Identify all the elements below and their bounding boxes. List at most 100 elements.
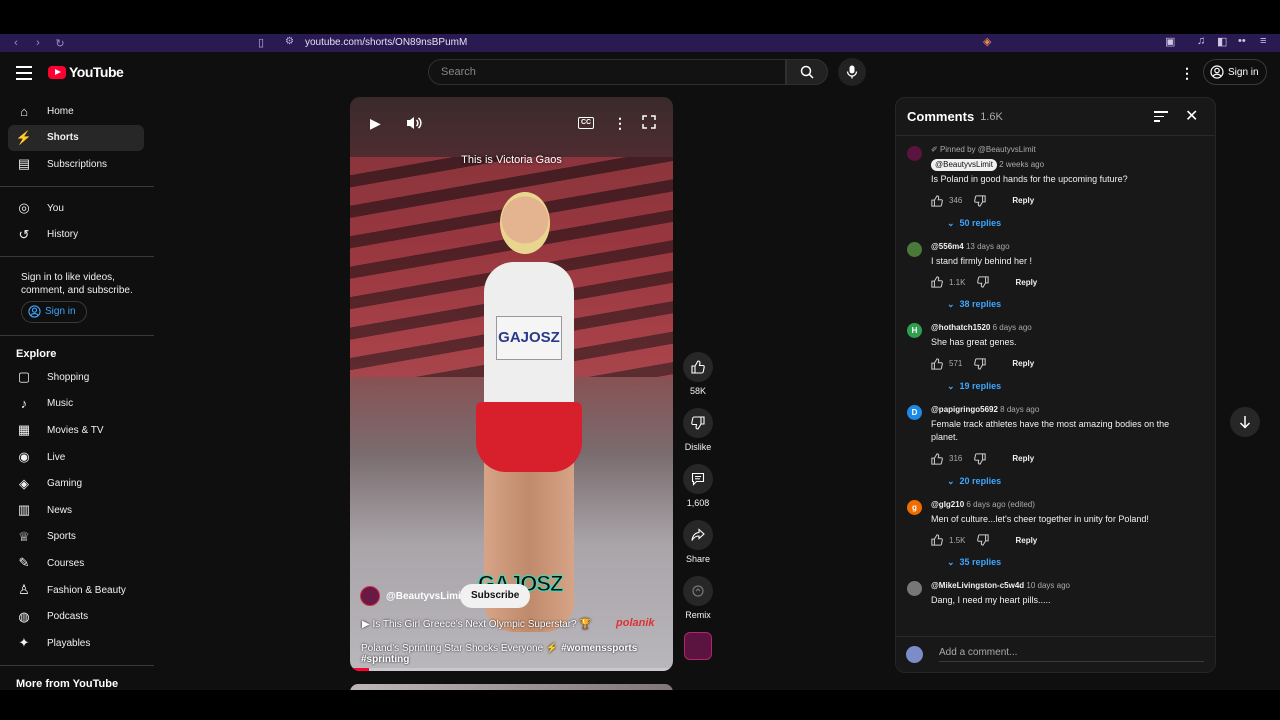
- dislike-action[interactable]: Dislike: [680, 408, 716, 452]
- dislike-button[interactable]: [683, 408, 713, 438]
- like-button[interactable]: [683, 352, 713, 382]
- back-icon[interactable]: ‹: [10, 37, 22, 49]
- thumbs-down-icon[interactable]: [974, 452, 987, 465]
- reload-icon[interactable]: ↻: [54, 37, 66, 50]
- video-title-link[interactable]: ▶ Is This Girl Greece’s Next Olympic Sup…: [362, 619, 592, 630]
- comment-avatar[interactable]: [907, 241, 922, 257]
- thumbs-down-icon[interactable]: [974, 357, 987, 370]
- sidebar-item-live[interactable]: ◉ Live: [8, 444, 144, 471]
- address-bar[interactable]: youtube.com/shorts/ON89nsBPumM: [305, 37, 467, 48]
- extension-icon[interactable]: ▣: [1165, 35, 1175, 48]
- thumbs-up-icon[interactable]: [931, 276, 943, 288]
- share-action[interactable]: Share: [680, 520, 716, 564]
- sidebar-item-movies-tv[interactable]: ▦ Movies & TV: [8, 417, 144, 444]
- sidebar-item-podcasts[interactable]: ◍ Podcasts: [8, 603, 144, 630]
- sidebar-signin-button[interactable]: Sign in: [21, 300, 87, 323]
- reply-button[interactable]: Reply: [1012, 196, 1034, 205]
- browser-menu-icon[interactable]: ≡: [1260, 35, 1266, 47]
- brave-shield-icon[interactable]: ◈: [983, 35, 991, 48]
- sidebar-item-sports[interactable]: ♕ Sports: [8, 524, 144, 551]
- remix-button[interactable]: [683, 576, 713, 606]
- view-replies-button[interactable]: ⌄ 38 replies: [931, 293, 1197, 315]
- more-options-icon[interactable]: ⋮: [613, 115, 627, 132]
- header-signin-button[interactable]: Sign in: [1203, 59, 1267, 85]
- comment-author[interactable]: @glg210: [931, 500, 964, 509]
- comment-author[interactable]: @hothatch1520: [931, 323, 990, 332]
- next-video-button[interactable]: [1230, 407, 1260, 437]
- channel-avatar[interactable]: [360, 586, 380, 606]
- comments-button[interactable]: [683, 464, 713, 494]
- site-info-icon[interactable]: ⚙: [285, 36, 294, 47]
- shorts-video-player[interactable]: GAJOSZ ▶ CC ⋮ This is Victoria Gaos GAJO…: [350, 97, 673, 671]
- comment-author[interactable]: @papigringo5692: [931, 405, 998, 414]
- search-button[interactable]: [786, 59, 828, 85]
- sidebar-divider: [0, 664, 154, 666]
- share-button[interactable]: [683, 520, 713, 550]
- sidebar-item-label: Home: [47, 105, 74, 117]
- sidebar-item-gaming[interactable]: ◈ Gaming: [8, 470, 144, 497]
- thumbs-down-icon[interactable]: [974, 194, 987, 207]
- comment-author[interactable]: @MikeLivingston-c5w4d: [931, 581, 1024, 590]
- sidebar-item-playables[interactable]: ✦ Playables: [8, 630, 144, 657]
- volume-icon[interactable]: [405, 115, 423, 131]
- reply-button[interactable]: Reply: [1015, 278, 1037, 287]
- sidebar-item-you[interactable]: ◎ You: [8, 195, 144, 222]
- sidebar-item-news[interactable]: ▥ News: [8, 497, 144, 524]
- comment-avatar[interactable]: [907, 581, 922, 596]
- sidebar-item-label: Shorts: [47, 132, 79, 144]
- remix-action[interactable]: Remix: [680, 576, 716, 620]
- comment-avatar[interactable]: H: [907, 323, 922, 338]
- comment-avatar[interactable]: [907, 146, 922, 161]
- sidebar-toggle-icon[interactable]: ◧: [1217, 35, 1227, 48]
- view-replies-button[interactable]: ⌄ 50 replies: [931, 212, 1197, 234]
- channel-name[interactable]: @BeautyvsLimit: [386, 591, 464, 602]
- reply-button[interactable]: Reply: [1012, 359, 1034, 368]
- thumbs-up-icon[interactable]: [931, 357, 943, 370]
- sidebar-item-history[interactable]: ↺ History: [8, 221, 144, 248]
- sidebar-item-fashion-beauty[interactable]: ♙ Fashion & Beauty: [8, 577, 144, 604]
- reply-button[interactable]: Reply: [1012, 454, 1034, 463]
- thumbs-up-icon[interactable]: [931, 452, 943, 465]
- view-replies-button[interactable]: ⌄ 19 replies: [931, 375, 1197, 397]
- reply-button[interactable]: Reply: [1015, 536, 1037, 545]
- comment-avatar[interactable]: g: [907, 499, 922, 515]
- close-icon[interactable]: ✕: [1185, 106, 1198, 126]
- sidebar-item-music[interactable]: ♪ Music: [8, 391, 144, 418]
- video-progress-bar[interactable]: [350, 668, 673, 671]
- like-action[interactable]: 58K: [680, 352, 716, 396]
- comments-action[interactable]: 1,608: [680, 464, 716, 508]
- media-icon[interactable]: ♫: [1197, 35, 1205, 47]
- view-replies-button[interactable]: ⌄ 35 replies: [931, 551, 1197, 573]
- menu-dots-icon[interactable]: ••: [1238, 35, 1246, 47]
- comment-author[interactable]: @BeautyvsLimit: [931, 159, 997, 171]
- sidebar-item-shopping[interactable]: ▢ Shopping: [8, 364, 144, 391]
- add-comment-bar[interactable]: Add a comment...: [896, 636, 1215, 672]
- sidebar-item-shorts[interactable]: ⚡ Shorts: [8, 124, 144, 152]
- sidebar-item-courses[interactable]: ✎ Courses: [8, 550, 144, 577]
- captions-icon[interactable]: CC: [578, 117, 594, 129]
- sidebar-item-home[interactable]: ⌂ Home: [8, 98, 144, 125]
- fullscreen-icon[interactable]: [642, 115, 656, 129]
- comment-avatar[interactable]: D: [907, 404, 922, 420]
- thumbs-up-icon[interactable]: [931, 194, 943, 207]
- comment-author[interactable]: @556m4: [931, 242, 964, 251]
- view-replies-button[interactable]: ⌄ 20 replies: [931, 470, 1197, 492]
- sort-icon[interactable]: [1154, 111, 1168, 125]
- youtube-logo[interactable]: YouTube: [48, 64, 124, 80]
- settings-menu-icon[interactable]: ⋮: [1180, 65, 1194, 82]
- voice-search-button[interactable]: [838, 58, 866, 86]
- bookmark-icon[interactable]: ▯: [258, 36, 264, 49]
- thumbs-up-icon[interactable]: [931, 534, 943, 546]
- thumbs-down-icon[interactable]: [977, 276, 990, 288]
- sound-avatar[interactable]: [684, 632, 712, 660]
- sidebar-item-subscriptions[interactable]: ▤ Subscriptions: [8, 151, 144, 178]
- forward-icon[interactable]: ›: [32, 37, 44, 49]
- thumbs-down-icon[interactable]: [977, 534, 990, 546]
- video-description[interactable]: Poland’s Sprinting Star Shocks Everyone …: [361, 643, 673, 665]
- search-input[interactable]: Search: [428, 59, 786, 85]
- hamburger-menu-icon[interactable]: [16, 66, 32, 80]
- play-icon[interactable]: ▶: [370, 115, 381, 132]
- subscribe-button[interactable]: Subscribe: [460, 584, 531, 608]
- add-comment-input[interactable]: Add a comment...: [939, 647, 1204, 662]
- channel-info[interactable]: @BeautyvsLimit: [360, 586, 464, 606]
